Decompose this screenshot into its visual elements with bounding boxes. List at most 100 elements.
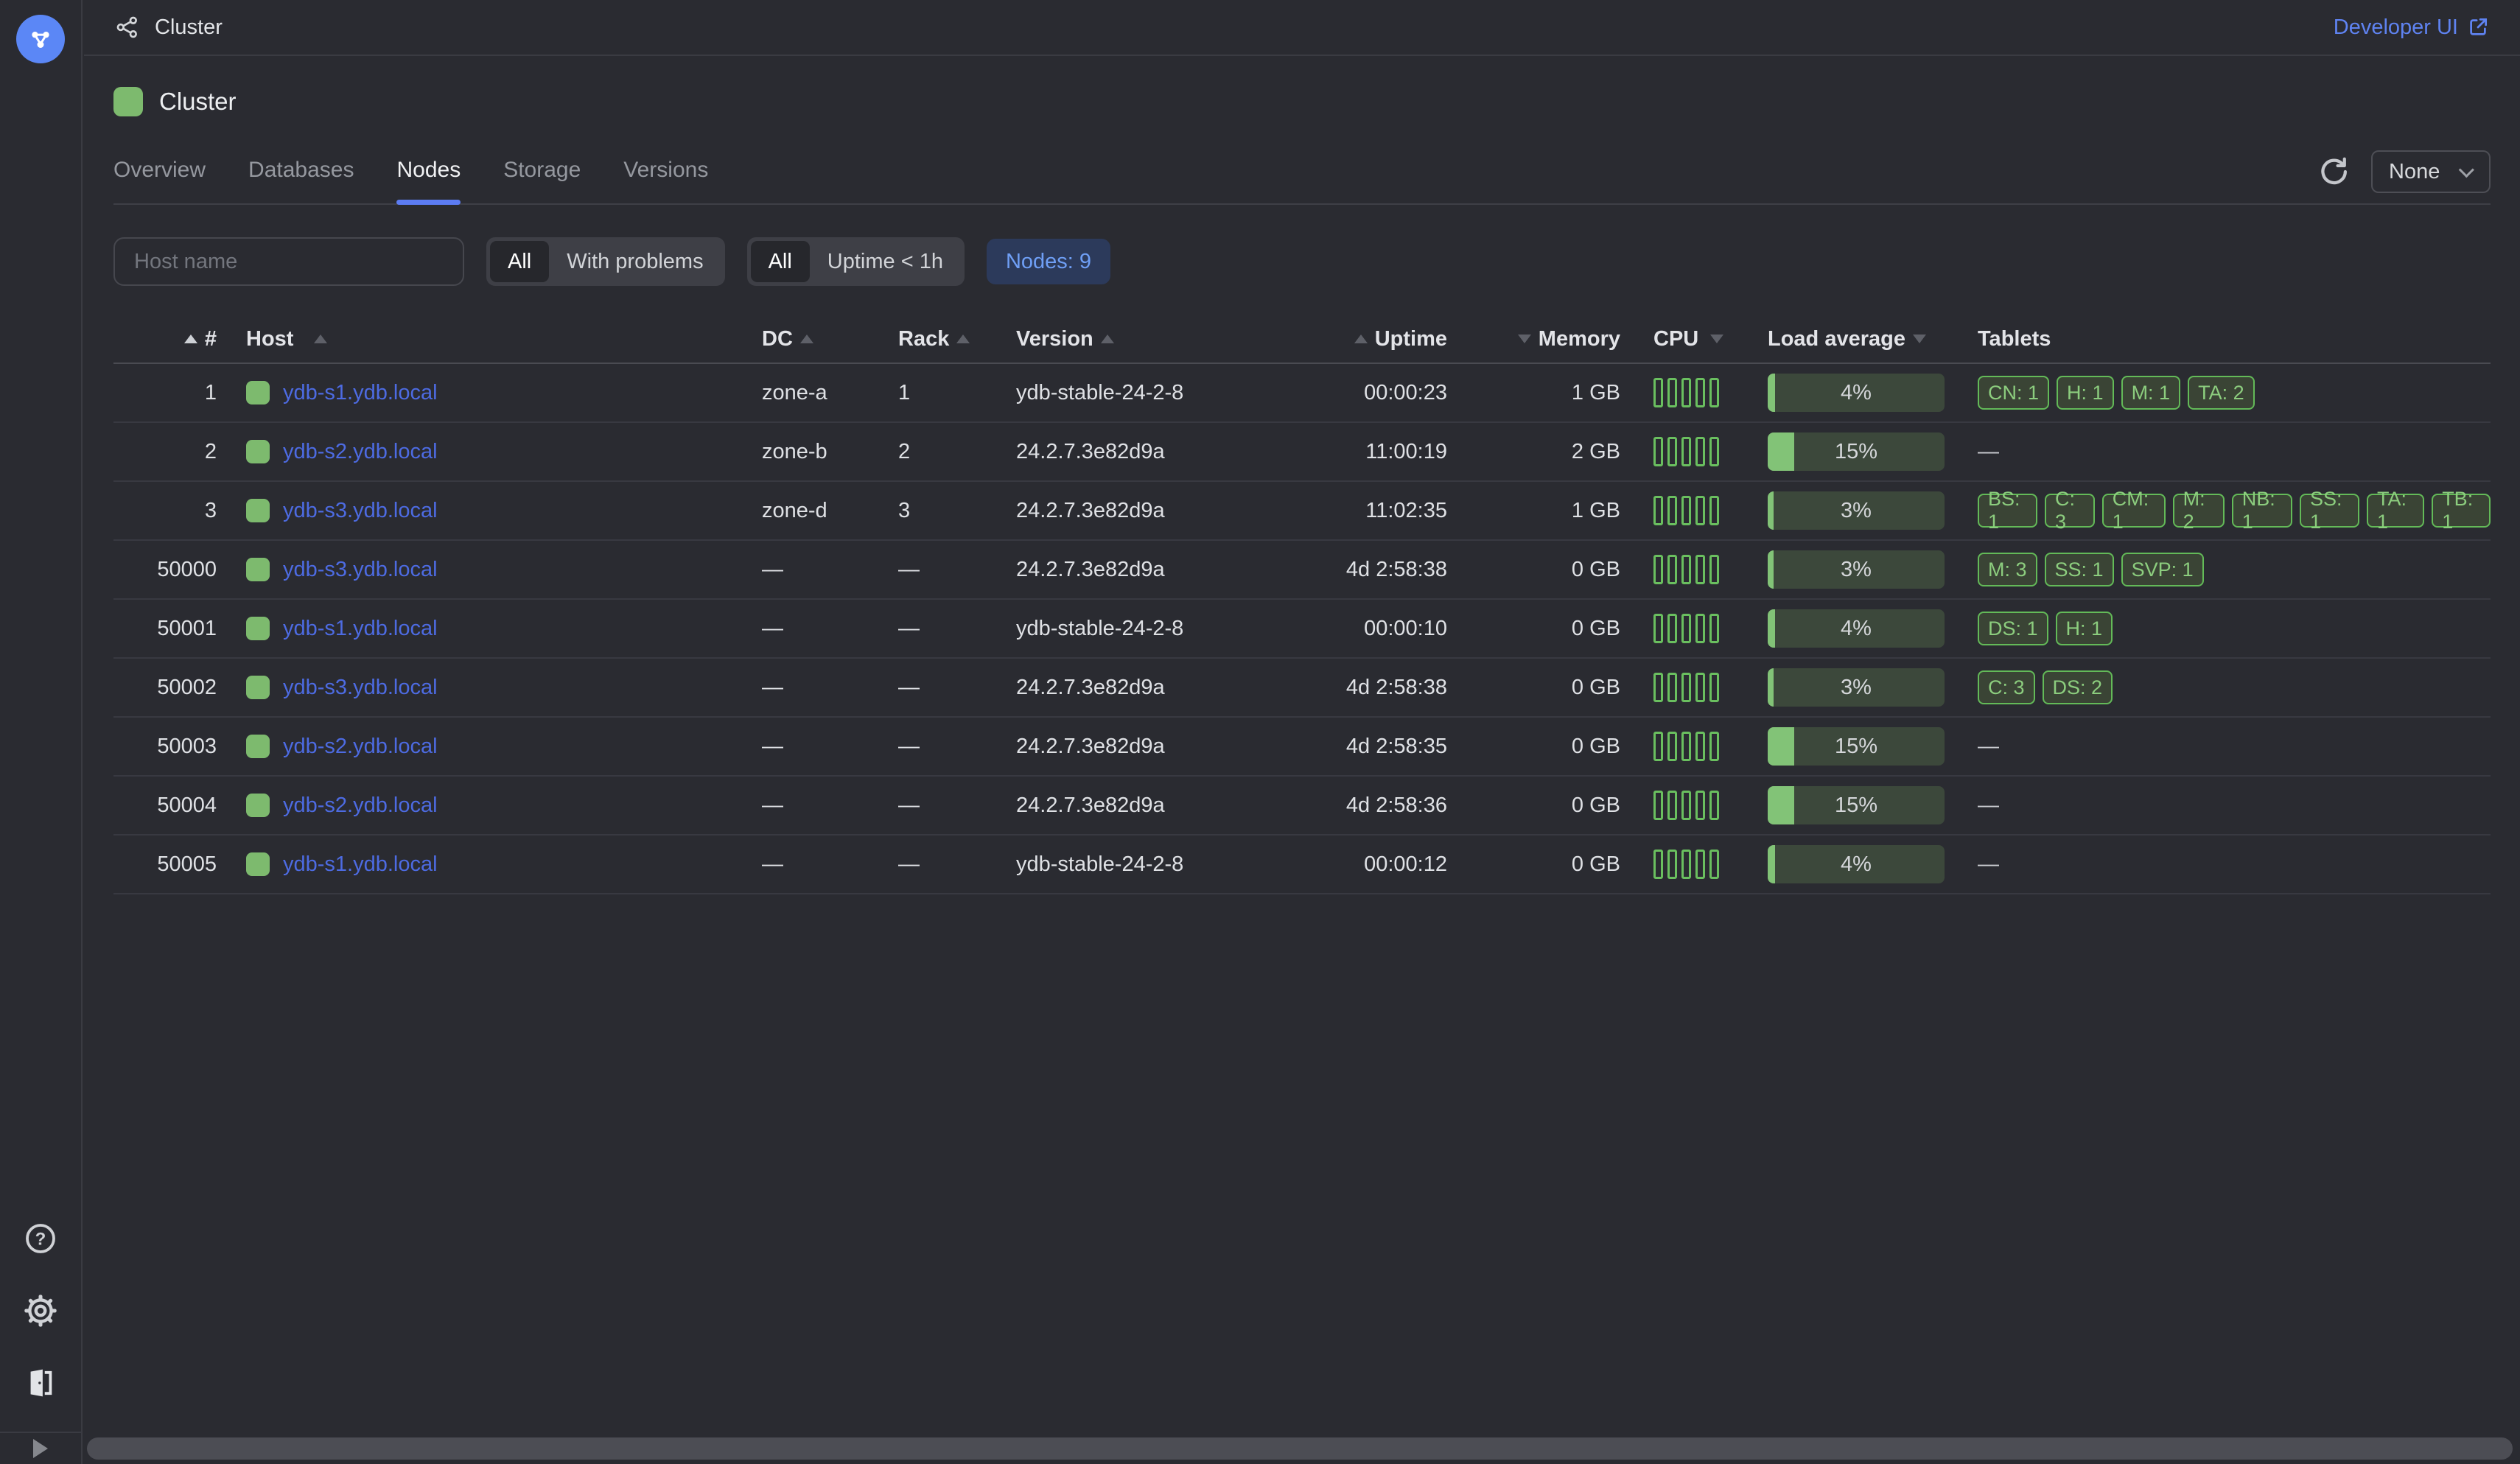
load-average-cell: 15% [1720, 777, 1963, 834]
main-area: Cluster Developer UI Cluster Overview Da… [84, 0, 2520, 1464]
table-controls: None [2314, 150, 2491, 193]
load-average-value: 4% [1841, 617, 1872, 641]
cpu-core-gauge [1667, 437, 1677, 466]
tablet-badge[interactable]: H: 1 [2056, 612, 2113, 645]
tablet-badge[interactable]: SS: 1 [2300, 494, 2359, 528]
load-average-fill [1768, 609, 1775, 648]
uptime-filter-lt1h[interactable]: Uptime < 1h [810, 241, 961, 282]
cpu-cell [1620, 659, 1720, 716]
column-header-load-average[interactable]: Load average [1720, 315, 1963, 363]
node-status-indicator [246, 794, 270, 817]
cpu-core-gauge [1695, 378, 1705, 407]
rack-cell: — [861, 600, 979, 657]
host-cell: ydb-s3.ydb.local [217, 482, 725, 539]
tablet-badge[interactable]: CM: 1 [2102, 494, 2166, 528]
dc-cell: zone-b [725, 423, 861, 480]
column-header-version[interactable]: Version [979, 315, 1303, 363]
topbar-title: Cluster [155, 15, 223, 40]
tablet-badge[interactable]: M: 1 [2121, 376, 2181, 410]
expand-sidebar-button[interactable] [0, 1433, 82, 1464]
logout-door-icon[interactable] [21, 1364, 60, 1402]
tablet-badge[interactable]: M: 2 [2173, 494, 2225, 528]
host-link[interactable]: ydb-s3.ydb.local [283, 676, 438, 700]
tablet-badge[interactable]: C: 3 [1978, 670, 2035, 704]
host-link[interactable]: ydb-s1.ydb.local [283, 381, 438, 405]
cluster-status-indicator [113, 87, 143, 116]
tablet-badge[interactable]: BS: 1 [1978, 494, 2037, 528]
sort-desc-icon [1518, 335, 1531, 343]
tablet-badge[interactable]: DS: 1 [1978, 612, 2048, 645]
host-link[interactable]: ydb-s2.ydb.local [283, 794, 438, 818]
problem-filter-with-problems[interactable]: With problems [549, 241, 721, 282]
load-average-fill [1768, 668, 1774, 707]
host-link[interactable]: ydb-s2.ydb.local [283, 735, 438, 759]
tablet-badge[interactable]: CN: 1 [1978, 376, 2049, 410]
tablet-badge[interactable]: C: 3 [2045, 494, 2095, 528]
tabs-row: Overview Databases Nodes Storage Version… [113, 150, 2491, 205]
cpu-core-gauge [1653, 496, 1663, 525]
tab-versions[interactable]: Versions [623, 158, 708, 203]
tablet-badge[interactable]: SS: 1 [2045, 553, 2114, 586]
tablet-badge[interactable]: DS: 2 [2043, 670, 2113, 704]
uptime-filter-all[interactable]: All [751, 241, 810, 282]
uptime-cell: 4d 2:58:36 [1303, 777, 1447, 834]
dc-cell: — [725, 836, 861, 893]
tablets-cell: C: 3DS: 2 [1963, 659, 2491, 716]
tab-overview[interactable]: Overview [113, 158, 206, 203]
column-header-uptime[interactable]: Uptime [1303, 315, 1447, 363]
memory-cell: 1 GB [1447, 364, 1620, 421]
tablet-badge[interactable]: NB: 1 [2232, 494, 2292, 528]
memory-cell: 0 GB [1447, 600, 1620, 657]
load-average-cell: 15% [1720, 718, 1963, 775]
host-link[interactable]: ydb-s3.ydb.local [283, 558, 438, 582]
host-cell: ydb-s2.ydb.local [217, 423, 725, 480]
cpu-core-gauge [1667, 791, 1677, 820]
ydb-logo-icon[interactable] [16, 15, 65, 63]
autorefresh-select[interactable]: None [2371, 150, 2491, 193]
column-header-cpu[interactable]: CPU [1620, 315, 1720, 363]
uptime-cell: 4d 2:58:38 [1303, 659, 1447, 716]
host-link[interactable]: ydb-s1.ydb.local [283, 617, 438, 641]
cpu-core-gauge [1681, 732, 1691, 761]
host-link[interactable]: ydb-s3.ydb.local [283, 499, 438, 523]
column-header-dc[interactable]: DC [725, 315, 861, 363]
cluster-graph-icon [115, 15, 140, 40]
tablets-cell: M: 3SS: 1SVP: 1 [1963, 541, 2491, 598]
tab-storage[interactable]: Storage [503, 158, 581, 203]
horizontal-scrollbar-thumb[interactable] [87, 1437, 2513, 1460]
tablet-badge[interactable]: TA: 1 [2367, 494, 2424, 528]
column-header-num[interactable]: # [113, 315, 217, 363]
column-header-memory[interactable]: Memory [1447, 315, 1620, 363]
tablet-badge[interactable]: TA: 2 [2188, 376, 2255, 410]
tablet-badge[interactable]: M: 3 [1978, 553, 2037, 586]
node-id: 50001 [113, 600, 217, 657]
tab-nodes[interactable]: Nodes [396, 158, 461, 203]
uptime-cell: 11:00:19 [1303, 423, 1447, 480]
dc-cell: — [725, 600, 861, 657]
uptime-filter: All Uptime < 1h [747, 237, 965, 286]
tablet-badge[interactable]: SVP: 1 [2121, 553, 2204, 586]
column-header-host[interactable]: Host [217, 315, 725, 363]
refresh-button[interactable] [2314, 153, 2352, 191]
tablet-badge[interactable]: TB: 1 [2432, 494, 2491, 528]
help-icon[interactable]: ? [21, 1219, 60, 1258]
node-status-indicator [246, 558, 270, 581]
load-average-bar: 4% [1768, 845, 1945, 883]
load-average-bar: 3% [1768, 491, 1945, 530]
developer-ui-link[interactable]: Developer UI [2334, 15, 2489, 40]
column-header-rack[interactable]: Rack [861, 315, 979, 363]
dc-cell: — [725, 718, 861, 775]
gear-icon[interactable] [21, 1292, 60, 1330]
host-link[interactable]: ydb-s2.ydb.local [283, 440, 438, 464]
cpu-core-gauge [1681, 555, 1691, 584]
tab-databases[interactable]: Databases [248, 158, 354, 203]
host-name-input[interactable] [113, 237, 464, 286]
host-link[interactable]: ydb-s1.ydb.local [283, 852, 438, 877]
nodes-count-chip[interactable]: Nodes: 9 [987, 239, 1110, 284]
tablets-cell: CN: 1H: 1M: 1TA: 2 [1963, 364, 2491, 421]
load-average-bar: 15% [1768, 727, 1945, 766]
version-cell: 24.2.7.3e82d9a [979, 718, 1303, 775]
cpu-core-gauge [1695, 555, 1705, 584]
problem-filter-all[interactable]: All [490, 241, 549, 282]
tablet-badge[interactable]: H: 1 [2057, 376, 2114, 410]
